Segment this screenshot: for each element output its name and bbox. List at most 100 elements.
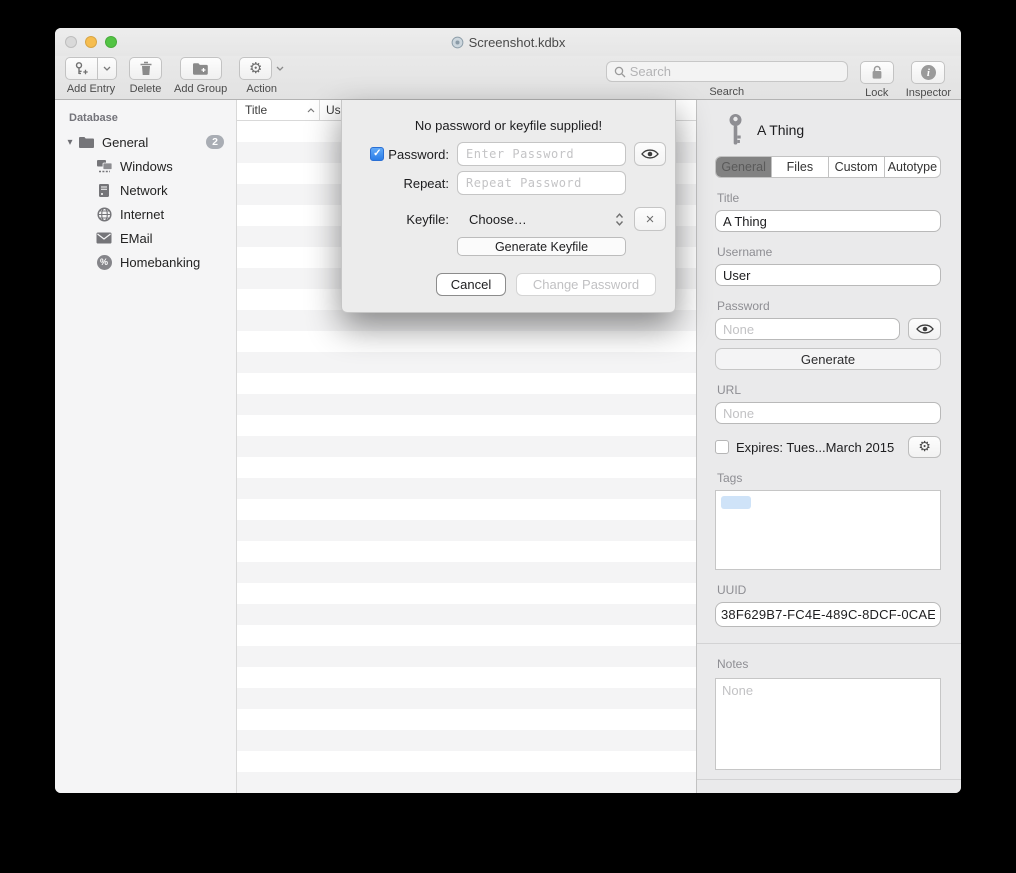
column-label: Title — [245, 103, 267, 117]
minimize-button[interactable] — [85, 36, 97, 48]
reveal-password-button[interactable] — [634, 142, 666, 166]
notes-label: Notes — [717, 657, 941, 671]
enter-password-input[interactable] — [457, 142, 626, 166]
tag-token[interactable] — [721, 496, 751, 509]
add-group-group: Add Group — [174, 57, 227, 95]
globe-icon — [95, 206, 113, 222]
tab-custom[interactable]: Custom — [828, 157, 884, 177]
envelope-icon — [95, 230, 113, 246]
content-area: Database ▾ General 2 Windows Networ — [55, 100, 961, 793]
clear-keyfile-button[interactable]: × — [634, 207, 666, 231]
uuid-label: UUID — [717, 583, 941, 597]
inspector-panel: A Thing General Files Custom Autotype Ti… — [696, 100, 961, 793]
chevron-down-icon — [276, 66, 284, 71]
document-icon — [451, 36, 464, 49]
key-plus-icon — [74, 61, 90, 77]
delete-button[interactable] — [129, 57, 162, 80]
sidebar: Database ▾ General 2 Windows Networ — [55, 100, 237, 793]
add-entry-button[interactable] — [65, 57, 98, 80]
close-button[interactable] — [65, 36, 77, 48]
repeat-row: Repeat: — [362, 171, 656, 195]
change-password-sheet: No password or keyfile supplied! ✓ Passw… — [341, 100, 676, 313]
gear-icon: ⚙ — [918, 440, 931, 454]
change-password-button[interactable]: Change Password — [516, 273, 656, 296]
sidebar-item-label: EMail — [120, 231, 153, 246]
gear-icon: ⚙ — [249, 61, 262, 76]
sidebar-item-network[interactable]: Network — [55, 178, 236, 202]
sidebar-item-email[interactable]: EMail — [55, 226, 236, 250]
inspector-label: Inspector — [906, 87, 951, 99]
add-group-label: Add Group — [174, 83, 227, 95]
password-checkbox[interactable]: ✓ — [370, 147, 384, 161]
windows-network-icon — [95, 158, 113, 174]
inspector-toggle-group: i Inspector — [906, 57, 951, 99]
sidebar-item-homebanking[interactable]: % Homebanking — [55, 250, 236, 274]
lock-group: Lock — [860, 57, 894, 99]
sidebar-item-label: Network — [120, 183, 168, 198]
keyfile-label: Keyfile: — [406, 212, 449, 227]
url-label: URL — [717, 383, 941, 397]
sidebar-item-general[interactable]: ▾ General 2 — [55, 130, 236, 154]
lock-label: Lock — [865, 87, 888, 99]
keyfile-popup[interactable]: Choose… — [457, 212, 626, 227]
zoom-button[interactable] — [105, 36, 117, 48]
expires-row: Expires: Tues...March 2015 ⚙ — [715, 436, 941, 458]
add-entry-group: Add Entry — [65, 57, 117, 95]
sidebar-item-label: Windows — [120, 159, 173, 174]
sidebar-item-internet[interactable]: Internet — [55, 202, 236, 226]
unlocked-padlock-icon — [870, 65, 884, 80]
divider — [697, 643, 961, 644]
tags-field[interactable] — [715, 490, 941, 570]
lock-button[interactable] — [860, 61, 894, 84]
title-label: Title — [717, 191, 941, 205]
action-group: ⚙ Action — [239, 57, 284, 95]
repeat-password-input[interactable] — [457, 171, 626, 195]
tab-general[interactable]: General — [716, 157, 771, 177]
generate-keyfile-row: Generate Keyfile — [362, 237, 656, 256]
expires-label: Expires: Tues...March 2015 — [736, 440, 894, 455]
tab-files[interactable]: Files — [771, 157, 827, 177]
title-field[interactable] — [715, 210, 941, 232]
trash-icon — [139, 61, 153, 76]
generate-password-button[interactable]: Generate — [715, 348, 941, 370]
percent-icon: % — [95, 254, 113, 270]
password-label: Password — [717, 299, 941, 313]
entry-header: A Thing — [727, 110, 941, 150]
close-x-icon: × — [646, 212, 655, 227]
reveal-password-button[interactable] — [908, 318, 941, 340]
expires-checkbox[interactable] — [715, 440, 729, 454]
username-field[interactable] — [715, 264, 941, 286]
add-entry-dropdown[interactable] — [98, 57, 117, 80]
notes-field[interactable] — [715, 678, 941, 770]
password-label: Password: — [388, 147, 449, 162]
keyfile-row: Keyfile: Choose… × — [362, 207, 656, 231]
column-header-title[interactable]: Title — [237, 100, 320, 120]
inspector-button[interactable]: i — [911, 61, 945, 84]
sidebar-header: Database — [55, 108, 236, 130]
disclosure-triangle-icon[interactable]: ▾ — [63, 137, 77, 148]
key-icon — [727, 113, 744, 147]
server-icon — [95, 182, 113, 198]
info-icon: i — [921, 65, 936, 80]
divider — [697, 779, 961, 780]
titlebar: Screenshot.kdbx — [55, 28, 961, 56]
tab-autotype[interactable]: Autotype — [884, 157, 940, 177]
entry-count-badge: 2 — [206, 135, 224, 149]
search-input[interactable] — [630, 64, 840, 79]
cancel-button[interactable]: Cancel — [436, 273, 506, 296]
search-field[interactable] — [606, 61, 848, 82]
sort-ascending-icon — [307, 108, 315, 113]
folder-icon — [77, 134, 95, 150]
action-button[interactable]: ⚙ — [239, 57, 272, 80]
expires-options-button[interactable]: ⚙ — [908, 436, 941, 458]
url-field[interactable] — [715, 402, 941, 424]
repeat-label: Repeat: — [403, 176, 449, 191]
password-field[interactable] — [715, 318, 900, 340]
generate-keyfile-button[interactable]: Generate Keyfile — [457, 237, 626, 256]
sidebar-item-windows[interactable]: Windows — [55, 154, 236, 178]
uuid-field[interactable] — [715, 602, 941, 627]
add-group-button[interactable] — [180, 57, 222, 80]
delete-group: Delete — [129, 57, 162, 95]
sidebar-item-label: General — [102, 135, 148, 150]
password-row: ✓ Password: — [362, 142, 656, 166]
